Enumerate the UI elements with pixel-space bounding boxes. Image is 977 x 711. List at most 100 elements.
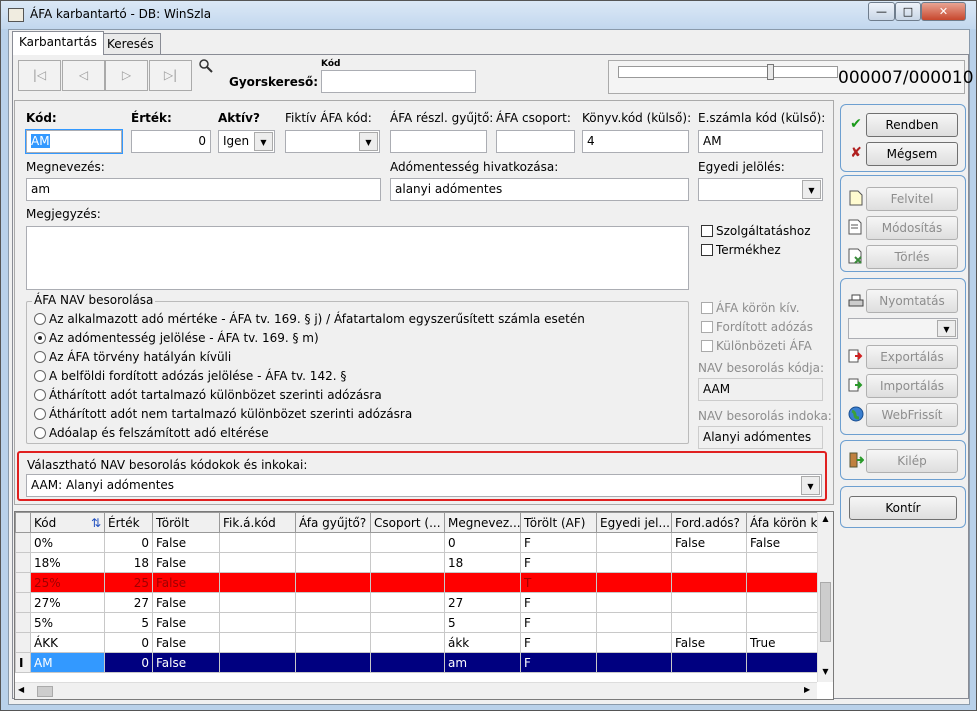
row-indicator[interactable] [15, 592, 31, 613]
table-cell[interactable]: 0 [104, 652, 153, 673]
exportalas-button[interactable]: Exportálás [866, 345, 958, 369]
table-row[interactable]: 5% 5 False 5 F [15, 612, 822, 633]
scroll-up-icon[interactable]: ▲ [818, 514, 833, 523]
termek-checkbox[interactable] [701, 244, 713, 256]
valaszthato-select[interactable]: AAM: Alanyi adómentes ▼ [26, 474, 822, 497]
table-cell[interactable] [370, 652, 445, 673]
chevron-down-icon[interactable]: ▼ [801, 476, 820, 495]
prev-record-button[interactable]: ◁ [62, 60, 105, 91]
table-row[interactable]: 25% 25 False T [15, 572, 822, 593]
table-cell[interactable]: 5 [444, 612, 521, 633]
table-cell[interactable] [295, 632, 371, 653]
scroll-right-icon[interactable]: ▶ [804, 685, 810, 694]
table-cell[interactable] [370, 572, 445, 593]
row-indicator[interactable] [15, 632, 31, 653]
table-cell[interactable] [596, 572, 672, 593]
table-cell[interactable] [671, 572, 747, 593]
nav-option-radio[interactable] [34, 427, 46, 439]
scroll-thumb[interactable] [820, 582, 831, 642]
table-cell[interactable]: T [520, 572, 597, 593]
table-cell[interactable] [219, 612, 296, 633]
table-cell[interactable] [746, 572, 822, 593]
quicksearch-input[interactable] [321, 70, 476, 93]
title-bar[interactable]: ÁFA karbantartó - DB: WinSzla — □ ✕ [1, 1, 976, 29]
table-cell[interactable] [295, 592, 371, 613]
table-cell[interactable]: 25 [104, 572, 153, 593]
table-cell[interactable] [596, 592, 672, 613]
row-indicator[interactable] [15, 532, 31, 553]
table-cell[interactable] [219, 572, 296, 593]
row-indicator[interactable] [15, 612, 31, 633]
table-cell[interactable] [444, 572, 521, 593]
table-cell[interactable] [596, 532, 672, 553]
table-cell[interactable]: False [671, 632, 747, 653]
nav-option-radio[interactable] [34, 351, 46, 363]
first-record-button[interactable]: |◁ [18, 60, 61, 91]
maximize-button[interactable]: □ [895, 2, 921, 21]
importalas-button[interactable]: Importálás [866, 374, 958, 398]
record-slider[interactable] [618, 66, 838, 78]
table-cell[interactable]: F [520, 592, 597, 613]
column-header[interactable]: Kód ⇅ [30, 512, 105, 533]
hivatkozas-input[interactable]: alanyi adómentes [390, 178, 689, 201]
close-button[interactable]: ✕ [921, 2, 966, 21]
table-row[interactable]: ÁKK 0 False ákk F False True [15, 632, 822, 653]
aktiv-select[interactable]: Igen ▼ [218, 130, 275, 153]
column-header[interactable]: Megnevez... [444, 512, 521, 533]
table-cell[interactable]: F [520, 552, 597, 573]
table-cell[interactable]: False [152, 572, 220, 593]
nyomtatas-button[interactable]: Nyomtatás [866, 289, 958, 313]
table-cell[interactable] [671, 592, 747, 613]
table-row[interactable]: 27% 27 False 27 F [15, 592, 822, 613]
slider-thumb[interactable] [767, 64, 775, 80]
table-cell[interactable]: 0 [104, 632, 153, 653]
table-cell[interactable] [370, 632, 445, 653]
scroll-left-icon[interactable]: ◀ [18, 685, 24, 694]
table-cell[interactable] [219, 632, 296, 653]
vertical-scrollbar[interactable]: ▲ ▼ [817, 512, 833, 682]
table-cell[interactable]: 0 [444, 532, 521, 553]
table-cell[interactable]: ákk [444, 632, 521, 653]
table-cell[interactable]: True [746, 632, 822, 653]
chevron-down-icon[interactable]: ▼ [802, 180, 821, 199]
column-header[interactable]: Áfa gyűjtő? [295, 512, 371, 533]
table-cell[interactable] [295, 612, 371, 633]
chevron-down-icon[interactable]: ▼ [254, 132, 273, 151]
table-cell[interactable]: 5% [30, 612, 105, 633]
table-cell[interactable]: am [444, 652, 521, 673]
table-cell[interactable] [596, 632, 672, 653]
table-cell[interactable]: ÁKK [30, 632, 105, 653]
table-cell[interactable] [219, 652, 296, 673]
table-cell[interactable]: F [520, 632, 597, 653]
table-cell[interactable]: 27% [30, 592, 105, 613]
table-cell[interactable]: 18% [30, 552, 105, 573]
table-cell[interactable] [219, 592, 296, 613]
column-header[interactable]: Csoport (... [370, 512, 445, 533]
table-cell[interactable] [746, 612, 822, 633]
table-cell[interactable]: F [520, 652, 597, 673]
magnifier-icon[interactable] [198, 58, 214, 74]
chevron-down-icon[interactable]: ▼ [937, 320, 956, 337]
table-cell[interactable] [295, 552, 371, 573]
row-indicator[interactable] [15, 572, 31, 593]
table-cell[interactable] [671, 652, 747, 673]
kilep-button[interactable]: Kilép [866, 449, 958, 473]
modositas-button[interactable]: Módosítás [866, 216, 958, 240]
column-header[interactable]: Törölt [152, 512, 220, 533]
nav-option-radio[interactable] [34, 389, 46, 401]
row-indicator[interactable] [15, 552, 31, 573]
table-cell[interactable]: 5 [104, 612, 153, 633]
table-row[interactable]: I AM 0 False am F [15, 652, 822, 673]
table-cell[interactable]: F [520, 532, 597, 553]
tab-karbantartas[interactable]: Karbantartás [12, 31, 104, 55]
table-cell[interactable] [596, 552, 672, 573]
column-header[interactable]: Áfa körön kí [746, 512, 822, 533]
table-cell[interactable] [746, 652, 822, 673]
table-cell[interactable] [295, 652, 371, 673]
webfrissit-button[interactable]: WebFrissít [866, 403, 958, 427]
nav-option-radio[interactable] [34, 408, 46, 420]
table-row[interactable]: 0% 0 False 0 F False False [15, 532, 822, 553]
data-grid[interactable]: Kód ⇅ Érték Törölt Fik.á.kód Áfa gyűjtő? Csop… [14, 511, 834, 700]
column-header[interactable]: Fik.á.kód [219, 512, 296, 533]
egyedi-select[interactable]: ▼ [698, 178, 823, 201]
